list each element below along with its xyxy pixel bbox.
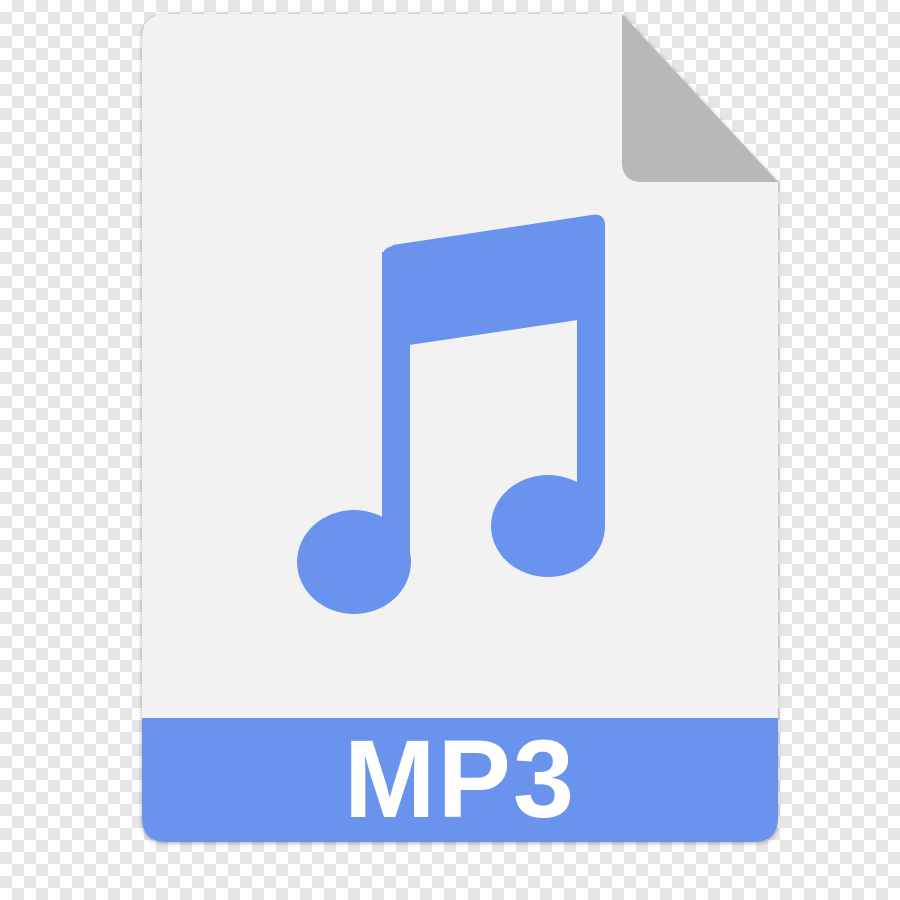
folded-corner: [622, 14, 778, 182]
file-type-label: MP3: [343, 718, 577, 841]
